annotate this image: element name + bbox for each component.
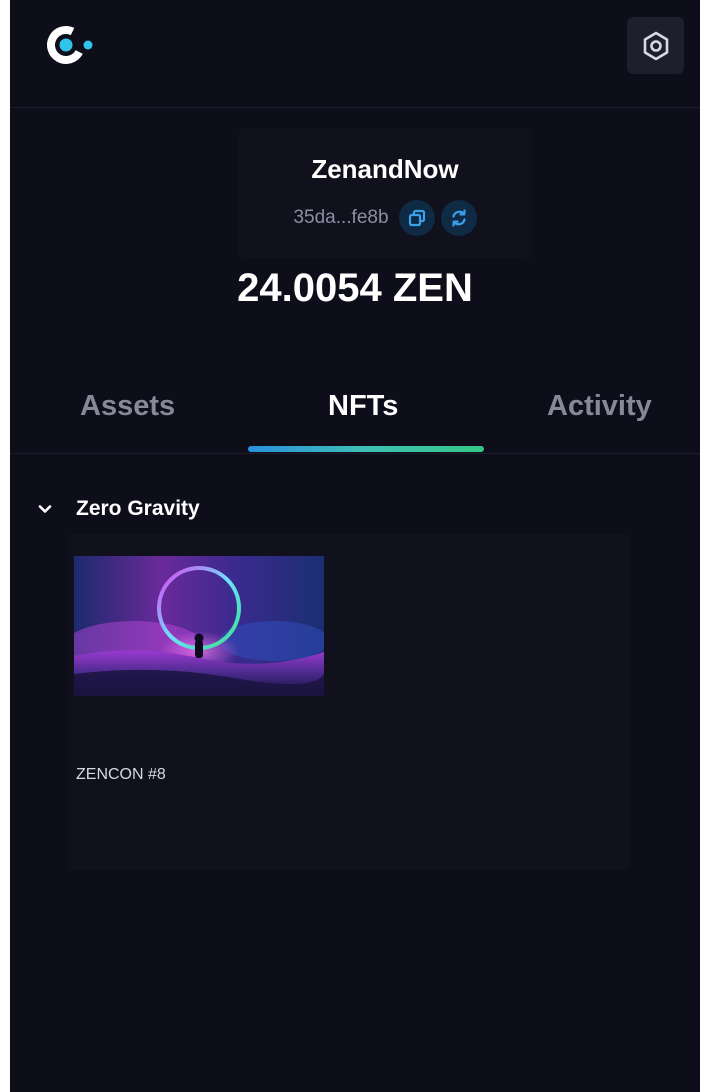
account-balance: 24.0054 ZEN <box>237 266 473 310</box>
account-name: ZenandNow <box>311 154 459 184</box>
collection-header[interactable]: Zero Gravity <box>36 494 200 524</box>
tab-activity[interactable]: Activity <box>547 390 652 423</box>
chevron-down-icon <box>38 505 52 513</box>
address-row: 35da...fe8b <box>238 200 532 236</box>
settings-button[interactable] <box>627 17 684 74</box>
hexagon-gear-icon <box>643 31 668 60</box>
active-tab-indicator <box>248 446 484 452</box>
nft-collection-panel: ZENCON #8 <box>68 534 630 870</box>
refresh-icon <box>451 209 466 227</box>
copy-address-button[interactable] <box>398 200 435 236</box>
tab-assets[interactable]: Assets <box>80 390 175 423</box>
account-card: ZenandNow 35da...fe8b <box>238 128 532 258</box>
nft-thumbnail[interactable] <box>74 556 324 696</box>
refresh-button[interactable] <box>440 200 477 236</box>
collection-title: Zero Gravity <box>76 497 200 520</box>
nft-card[interactable]: ZENCON #8 <box>74 556 324 820</box>
nft-item-name: ZENCON #8 <box>76 766 166 783</box>
copy-icon <box>408 209 425 227</box>
tab-bar: Assets NFTs Activity <box>10 380 700 454</box>
top-bar <box>10 0 700 108</box>
wallet-app: ZenandNow 35da...fe8b 24.0054 ZEN Assets <box>10 0 700 1092</box>
app-logo-icon[interactable] <box>44 20 108 70</box>
tab-nfts[interactable]: NFTs <box>328 390 398 423</box>
account-address: 35da...fe8b <box>293 207 389 228</box>
